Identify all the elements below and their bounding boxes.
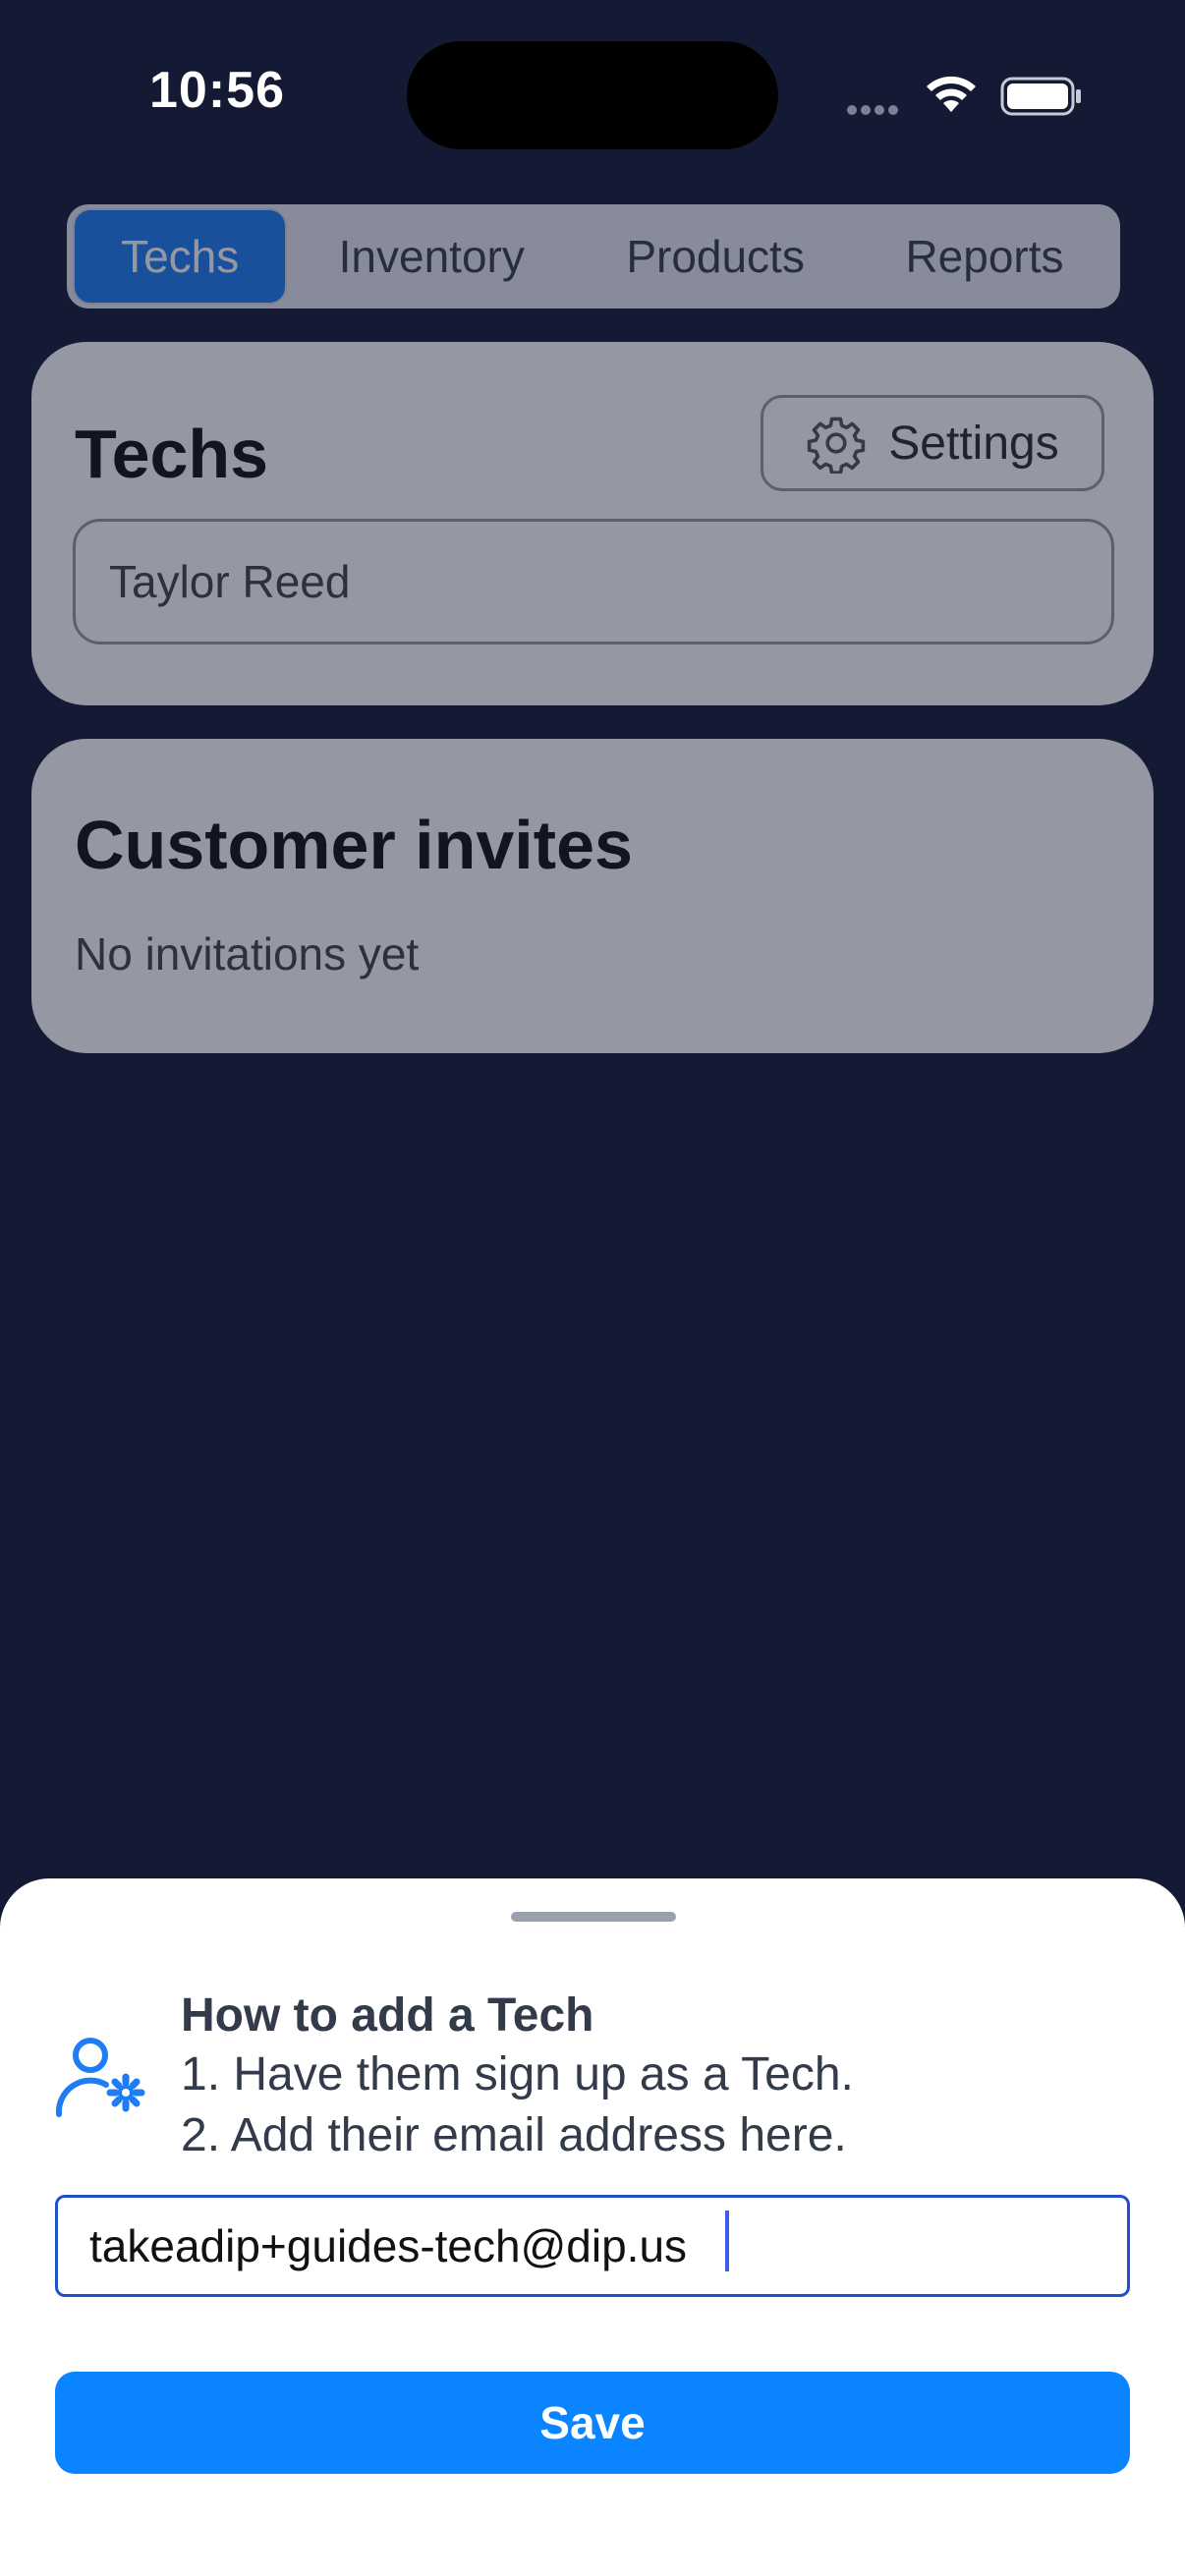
tab-reports[interactable]: Reports xyxy=(855,208,1114,305)
tab-bar: Techs Inventory Products Reports xyxy=(67,204,1120,308)
help-step-2: 2. Add their email address here. xyxy=(181,2109,847,2161)
help-step-1: 1. Have them sign up as a Tech. xyxy=(181,2048,854,2100)
help-title: How to add a Tech xyxy=(181,1989,594,2042)
sheet-grabber[interactable] xyxy=(511,1912,676,1922)
tab-products[interactable]: Products xyxy=(576,208,855,305)
settings-button[interactable]: Settings xyxy=(761,395,1104,491)
save-button[interactable]: Save xyxy=(55,2372,1130,2474)
customer-invites-card: Customer invites No invitations yet xyxy=(31,739,1154,1053)
tab-techs[interactable]: Techs xyxy=(73,208,288,305)
email-input[interactable] xyxy=(55,2195,1130,2297)
tab-inventory[interactable]: Inventory xyxy=(287,208,576,305)
tech-list-item[interactable]: Taylor Reed xyxy=(73,519,1114,644)
techs-title: Techs xyxy=(75,416,269,492)
gear-icon xyxy=(808,417,866,474)
text-caret xyxy=(725,2211,729,2271)
techs-card: Techs Settings Taylor Reed xyxy=(31,342,1154,705)
app-screen: 10:56 Techs Inventory Products Reports T… xyxy=(0,0,1185,2576)
settings-label: Settings xyxy=(888,417,1059,470)
user-gear-icon xyxy=(55,2038,145,2117)
invites-empty-text: No invitations yet xyxy=(75,928,420,980)
invites-title: Customer invites xyxy=(75,807,633,883)
add-tech-sheet: How to add a Tech 1. Have them sign up a… xyxy=(0,1878,1185,2576)
dimmed-content: Techs Inventory Products Reports Techs S… xyxy=(0,0,1185,1081)
